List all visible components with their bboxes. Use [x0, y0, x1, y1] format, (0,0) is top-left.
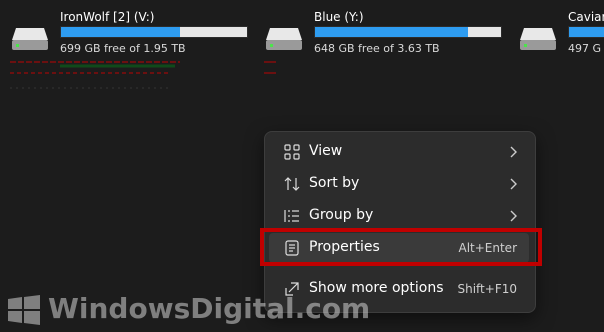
redaction-artifact: [264, 61, 276, 74]
menu-item-view[interactable]: View: [269, 137, 529, 167]
chevron-right-icon: [510, 210, 517, 222]
drive-free-space: 699 GB free of 1.95 TB: [60, 42, 186, 55]
sort-icon: [284, 177, 300, 191]
drive-usage-bar: [314, 26, 502, 38]
drive-name: Blue (Y:): [314, 10, 364, 24]
windows-logo-icon: [8, 295, 40, 325]
menu-item-group-by[interactable]: Group by: [269, 201, 529, 231]
menu-item-label: View: [309, 143, 343, 159]
menu-item-sort-by[interactable]: Sort by: [269, 169, 529, 199]
context-menu: View Sort by Group by Properties Alt+Ent…: [264, 131, 536, 313]
drive-caviar[interactable]: Caviar 497 G: [518, 8, 604, 58]
grid-view-icon: [284, 144, 300, 160]
drive-usage-fill: [569, 27, 604, 37]
menu-item-label: Group by: [309, 207, 374, 223]
drive-name: Caviar: [568, 10, 604, 24]
watermark: WindowsDigital.com: [6, 292, 370, 328]
menu-item-shortcut: Shift+F10: [457, 282, 517, 296]
hard-drive-icon: [266, 28, 302, 50]
drive-free-space: 497 G: [568, 42, 602, 55]
annotation-highlight-box: [260, 228, 542, 266]
redaction-artifact: [10, 61, 180, 89]
drive-usage-fill: [61, 27, 181, 37]
group-by-icon: [284, 210, 299, 222]
drive-usage-fill: [315, 27, 468, 37]
chevron-right-icon: [510, 146, 517, 158]
drive-usage-bar: [568, 26, 604, 38]
drive-name: IronWolf [2] (V:): [60, 10, 155, 24]
hard-drive-icon: [520, 28, 556, 50]
hard-drive-icon: [12, 28, 48, 50]
drive-usage-bar: [60, 26, 248, 38]
drive-free-space: 648 GB free of 3.63 TB: [314, 42, 440, 55]
watermark-text: WindowsDigital.com: [48, 292, 371, 325]
menu-item-label: Sort by: [309, 175, 360, 191]
chevron-right-icon: [510, 178, 517, 190]
